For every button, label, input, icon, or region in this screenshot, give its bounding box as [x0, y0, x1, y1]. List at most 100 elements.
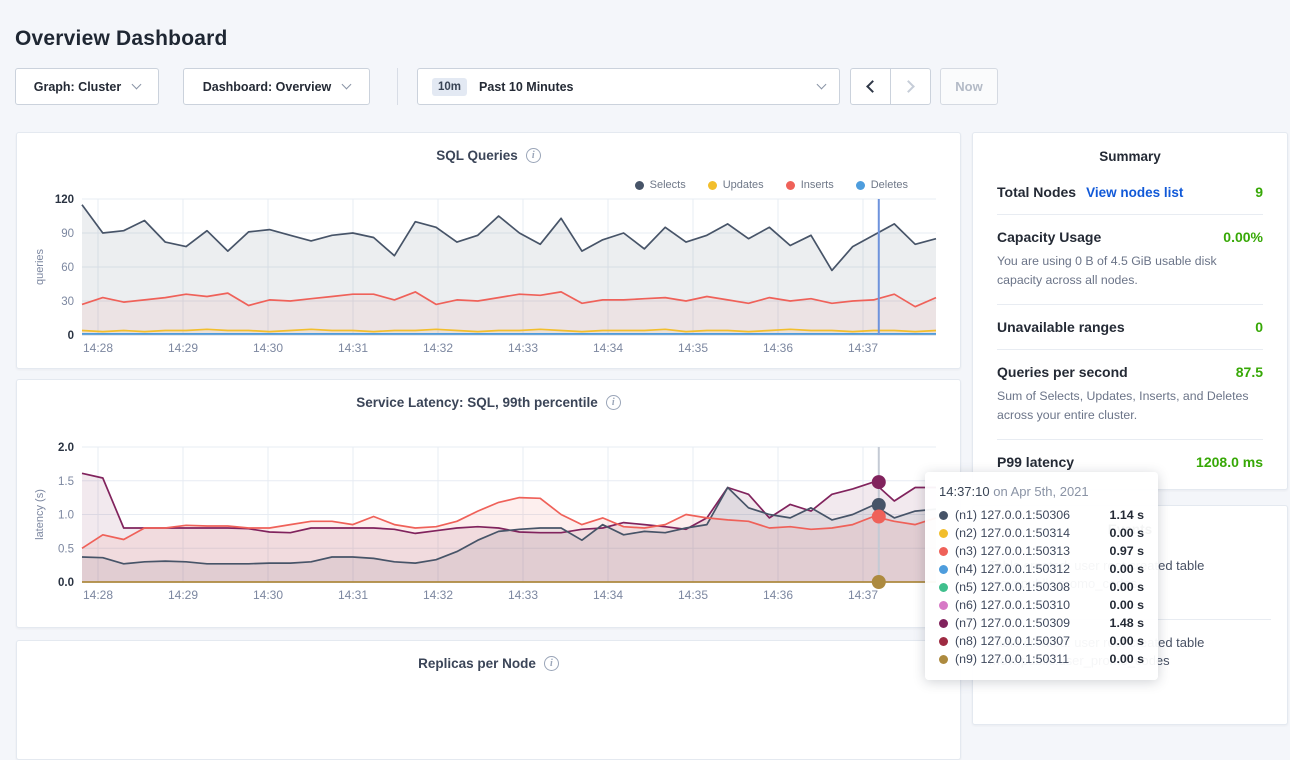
legend-label: Updates [723, 179, 764, 191]
node-color-dot-icon [939, 619, 948, 628]
svg-text:latency (s): latency (s) [34, 489, 46, 540]
tooltip-node-name: (n5) 127.0.0.1:50308 [955, 580, 1070, 594]
legend-dot-icon [635, 181, 644, 190]
node-color-dot-icon [939, 529, 948, 538]
qps-value: 87.5 [1236, 364, 1263, 380]
svg-text:14:36: 14:36 [763, 588, 793, 602]
summary-heading: Summary [997, 149, 1263, 164]
svg-text:14:32: 14:32 [423, 341, 453, 355]
chevron-down-icon [817, 80, 827, 90]
node-color-dot-icon [939, 655, 948, 664]
tooltip-node-value: 0.00 s [1110, 634, 1144, 648]
capacity-usage-desc: You are using 0 B of 4.5 GiB usable disk… [997, 252, 1263, 290]
svg-text:14:33: 14:33 [508, 341, 538, 355]
sql-queries-card: SQL Queries i Selects Updates Inserts Delet… [16, 132, 961, 369]
graph-dropdown[interactable]: Graph: Cluster [15, 68, 159, 105]
tooltip-node-row: (n4) 127.0.0.1:503120.00 s [939, 560, 1144, 578]
time-range-dropdown[interactable]: 10m Past 10 Minutes [417, 68, 840, 105]
legend-label: Deletes [871, 179, 908, 191]
info-icon[interactable]: i [544, 656, 559, 671]
svg-text:30: 30 [61, 296, 74, 308]
tooltip-node-name: (n8) 127.0.0.1:50307 [955, 634, 1070, 648]
node-color-dot-icon [939, 547, 948, 556]
chevron-down-icon [132, 80, 142, 90]
capacity-usage-value: 0.00% [1223, 229, 1263, 245]
legend-item[interactable]: Deletes [856, 179, 908, 191]
svg-text:14:32: 14:32 [423, 588, 453, 602]
legend-item[interactable]: Selects [635, 179, 686, 191]
unavailable-ranges-label: Unavailable ranges [997, 319, 1125, 335]
tooltip-node-name: (n9) 127.0.0.1:50311 [955, 652, 1069, 666]
replicas-card: Replicas per Node i [16, 640, 961, 760]
latency-chart-title: Service Latency: SQL, 99th percentile [356, 395, 598, 410]
svg-text:14:34: 14:34 [593, 588, 623, 602]
svg-text:1.0: 1.0 [58, 510, 74, 522]
page-title: Overview Dashboard [15, 27, 228, 51]
svg-text:2.0: 2.0 [58, 442, 74, 454]
svg-text:14:34: 14:34 [593, 341, 623, 355]
view-nodes-list-link[interactable]: View nodes list [1086, 185, 1183, 200]
tooltip-node-row: (n3) 127.0.0.1:503130.97 s [939, 542, 1144, 560]
latency-chart[interactable]: 14:2814:2914:3014:3114:3214:3314:3414:35… [17, 441, 956, 615]
tooltip-node-row: (n7) 127.0.0.1:50309 1.48 s [939, 614, 1144, 632]
time-range-label: Past 10 Minutes [479, 80, 573, 94]
info-icon[interactable]: i [606, 395, 621, 410]
svg-text:90: 90 [61, 228, 74, 240]
tooltip-node-row: (n1) 127.0.0.1:503061.14 s [939, 506, 1144, 524]
tooltip-node-row: (n5) 127.0.0.1:50308 0.00 s [939, 578, 1144, 596]
svg-text:queries: queries [34, 248, 46, 285]
now-button[interactable]: Now [940, 68, 998, 105]
svg-text:14:28: 14:28 [83, 588, 113, 602]
svg-text:14:30: 14:30 [253, 588, 283, 602]
legend-item[interactable]: Inserts [786, 179, 834, 191]
node-color-dot-icon [939, 583, 948, 592]
time-range-badge: 10m [432, 78, 467, 96]
tooltip-node-value: 0.00 s [1110, 580, 1144, 594]
tooltip-node-value: 0.00 s [1110, 526, 1144, 540]
tooltip-node-row: (n2) 127.0.0.1:503140.00 s [939, 524, 1144, 542]
divider [997, 214, 1263, 215]
svg-text:14:28: 14:28 [83, 341, 113, 355]
tooltip-node-value: 0.00 s [1110, 598, 1144, 612]
latency-card: Service Latency: SQL, 99th percentile i … [16, 379, 961, 628]
svg-text:14:31: 14:31 [338, 588, 368, 602]
chart-tooltip: 14:37:10 on Apr 5th, 2021 (n1) 127.0.0.1… [925, 472, 1158, 680]
total-nodes-value: 9 [1255, 184, 1263, 200]
chart-legend: Selects Updates Inserts Deletes [635, 179, 908, 191]
sql-queries-chart-title: SQL Queries [436, 148, 518, 163]
tooltip-node-value: 0.00 s [1110, 652, 1144, 666]
legend-dot-icon [708, 181, 717, 190]
node-color-dot-icon [939, 601, 948, 610]
tooltip-node-name: (n3) 127.0.0.1:50313 [955, 544, 1070, 558]
svg-text:14:29: 14:29 [168, 341, 198, 355]
svg-text:14:29: 14:29 [168, 588, 198, 602]
node-color-dot-icon [939, 565, 948, 574]
legend-dot-icon [786, 181, 795, 190]
svg-text:14:33: 14:33 [508, 588, 538, 602]
replicas-chart-title: Replicas per Node [418, 656, 536, 671]
dashboard-dropdown-label: Dashboard: Overview [203, 80, 332, 94]
tooltip-node-name: (n7) 127.0.0.1:50309 [955, 616, 1070, 630]
divider [997, 304, 1263, 305]
sql-queries-chart[interactable]: 14:2814:2914:3014:3114:3214:3314:3414:35… [17, 191, 956, 368]
tooltip-timestamp: 14:37:10 on Apr 5th, 2021 [939, 484, 1144, 499]
svg-text:1.5: 1.5 [58, 476, 74, 488]
time-next-button[interactable] [890, 68, 931, 105]
svg-text:120: 120 [55, 194, 74, 206]
info-icon[interactable]: i [526, 148, 541, 163]
p99-latency-value: 1208.0 ms [1196, 454, 1263, 470]
tooltip-node-value: 1.48 s [1110, 616, 1144, 630]
chevron-right-icon [902, 80, 915, 93]
tooltip-node-name: (n6) 127.0.0.1:50310 [955, 598, 1070, 612]
dashboard-dropdown[interactable]: Dashboard: Overview [183, 68, 370, 105]
total-nodes-label: Total Nodes [997, 184, 1076, 200]
p99-latency-label: P99 latency [997, 454, 1074, 470]
graph-dropdown-label: Graph: Cluster [34, 80, 122, 94]
time-prev-button[interactable] [850, 68, 891, 105]
tooltip-node-value: 0.00 s [1110, 562, 1144, 576]
tooltip-node-row: (n6) 127.0.0.1:50310 0.00 s [939, 596, 1144, 614]
tooltip-node-row: (n9) 127.0.0.1:50311 0.00 s [939, 650, 1144, 668]
divider [997, 349, 1263, 350]
legend-item[interactable]: Updates [708, 179, 764, 191]
legend-label: Selects [650, 179, 686, 191]
